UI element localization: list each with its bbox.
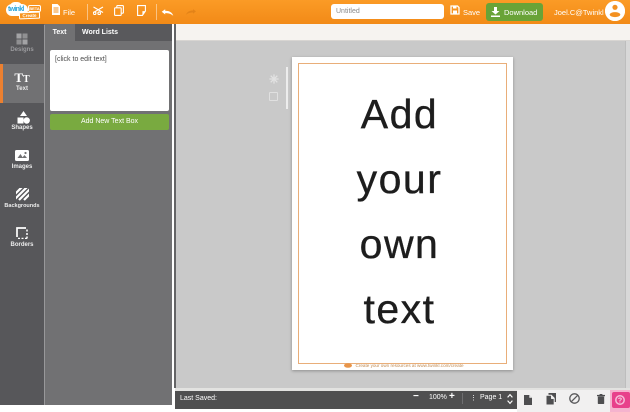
svg-text:?: ? [618,398,622,405]
